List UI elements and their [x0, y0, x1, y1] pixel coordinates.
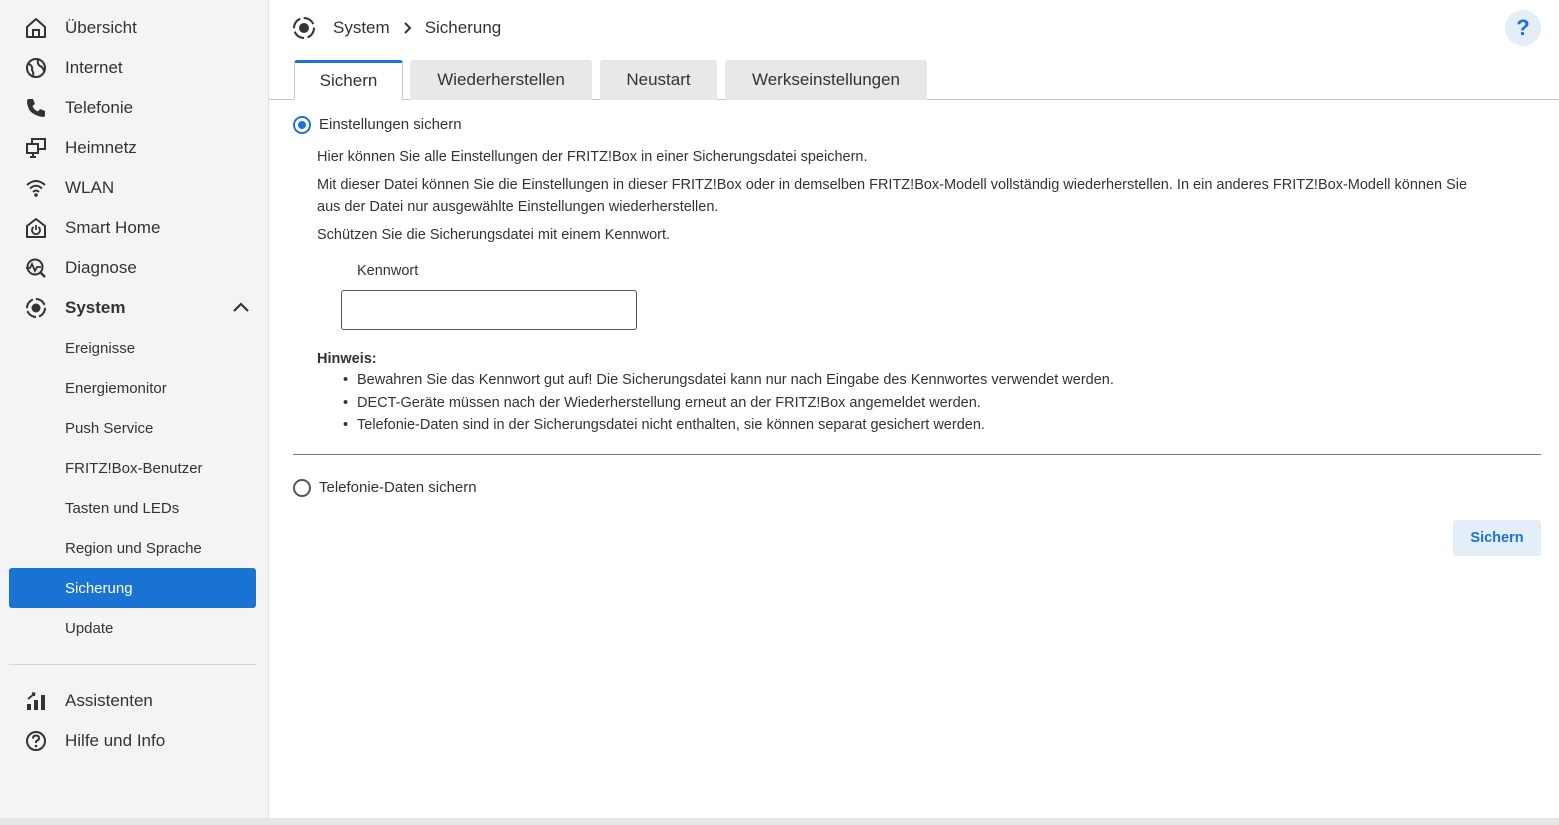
sidebar-subitem-label: Tasten und LEDs	[65, 499, 180, 517]
sidebar-subitem-ereignisse[interactable]: Ereignisse	[9, 328, 256, 368]
sidebar-subitem-region-und-sprache[interactable]: Region und Sprache	[9, 528, 256, 568]
sidebar-item-label: Smart Home	[65, 218, 161, 237]
tab-neustart[interactable]: Neustart	[600, 60, 717, 100]
home-icon	[24, 17, 48, 39]
sidebar-item-internet[interactable]: Internet	[9, 48, 256, 88]
bullet: •	[343, 395, 349, 411]
smart-home-icon	[24, 217, 48, 239]
hint-item: • DECT-Geräte müssen nach der Wiederherst…	[343, 395, 981, 411]
sidebar-subitem-fritzbox-benutzer[interactable]: FRITZ!Box-Benutzer	[9, 448, 256, 488]
sidebar-item-diagnose[interactable]: Diagnose	[9, 248, 256, 288]
sidebar-item-uebersicht[interactable]: Übersicht	[9, 8, 256, 48]
sidebar-subitem-label: Energiemonitor	[65, 379, 167, 397]
tab-sichern[interactable]: Sichern	[294, 60, 403, 100]
system-icon	[24, 297, 48, 319]
breadcrumb-item-sicherung: Sicherung	[424, 18, 502, 37]
sidebar-item-label: Hilfe und Info	[65, 731, 166, 750]
radio-telefonie-daten-sichern-label[interactable]: Telefonie-Daten sichern	[319, 479, 477, 496]
sidebar-subitem-sicherung[interactable]: Sicherung	[9, 568, 256, 608]
wifi-icon	[24, 177, 48, 199]
sidebar-subitem-label: Update	[65, 619, 114, 637]
description-text: aus der Datei nur ausgewählte Einstellun…	[317, 199, 719, 215]
sidebar-subitem-push-service[interactable]: Push Service	[9, 408, 256, 448]
sidebar-item-label: Assistenten	[65, 691, 153, 710]
bullet: •	[343, 417, 349, 433]
help-button[interactable]: ?	[1505, 10, 1541, 46]
password-label: Kennwort	[357, 263, 419, 279]
sidebar-subitem-label: FRITZ!Box-Benutzer	[65, 459, 203, 477]
description-text: Mit dieser Datei können Sie die Einstell…	[317, 177, 1468, 193]
sidebar-item-label: System	[65, 298, 126, 317]
globe-icon	[24, 57, 48, 79]
description-text: Schützen Sie die Sicherungsdatei mit ein…	[317, 227, 671, 243]
sidebar-item-wlan[interactable]: WLAN	[9, 168, 256, 208]
sidebar: Übersicht Internet Telefonie Heimnetz WL…	[0, 0, 269, 825]
sidebar-item-label: WLAN	[65, 178, 115, 197]
tab-werkseinstellungen[interactable]: Werkseinstellungen	[725, 60, 927, 100]
sidebar-item-heimnetz[interactable]: Heimnetz	[9, 128, 256, 168]
sidebar-item-system[interactable]: System	[9, 288, 256, 328]
sidebar-item-label: Übersicht	[65, 18, 137, 37]
system-icon	[292, 16, 316, 40]
sidebar-item-telefonie[interactable]: Telefonie	[9, 88, 256, 128]
radio-telefonie-daten-sichern[interactable]	[293, 479, 311, 497]
tab-wiederherstellen[interactable]: Wiederherstellen	[410, 60, 592, 100]
sidebar-subitem-label: Sicherung	[65, 579, 133, 597]
sidebar-subitem-energiemonitor[interactable]: Energiemonitor	[9, 368, 256, 408]
sidebar-divider	[9, 664, 256, 665]
assistant-icon	[24, 690, 48, 712]
hint-text: Bewahren Sie das Kennwort gut auf! Die S…	[357, 372, 1114, 388]
sidebar-item-assistenten[interactable]: Assistenten	[9, 681, 256, 721]
network-icon	[24, 137, 48, 159]
hint-text: DECT-Geräte müssen nach der Wiederherste…	[357, 395, 981, 411]
hint-title: Hinweis:	[317, 351, 377, 367]
sidebar-item-label: Internet	[65, 58, 123, 77]
sidebar-subitem-tasten-und-leds[interactable]: Tasten und LEDs	[9, 488, 256, 528]
sidebar-subitem-label: Push Service	[65, 419, 154, 437]
sidebar-item-hilfe-und-info[interactable]: Hilfe und Info	[9, 721, 256, 761]
radio-einstellungen-sichern[interactable]	[293, 116, 311, 134]
section-divider	[293, 454, 1541, 455]
diagnose-icon	[24, 257, 48, 279]
hint-text: Telefonie-Daten sind in der Sicherungsda…	[357, 417, 985, 433]
password-input[interactable]	[341, 290, 637, 330]
sidebar-subitem-label: Region und Sprache	[65, 539, 202, 557]
sidebar-subitem-update[interactable]: Update	[9, 608, 256, 648]
sidebar-item-label: Diagnose	[65, 258, 137, 277]
hint-item: • Telefonie-Daten sind in der Sicherungsd…	[343, 417, 985, 433]
radio-einstellungen-sichern-label[interactable]: Einstellungen sichern	[319, 116, 462, 133]
chevron-up-icon[interactable]	[232, 299, 250, 317]
sidebar-item-label: Heimnetz	[65, 138, 137, 157]
save-button[interactable]: Sichern	[1453, 520, 1541, 556]
bottom-bar	[0, 818, 1559, 825]
question-mark-icon: ?	[1516, 15, 1530, 40]
phone-icon	[24, 97, 48, 119]
sidebar-item-label: Telefonie	[65, 98, 134, 117]
chevron-right-icon	[403, 22, 413, 34]
help-circle-icon	[24, 730, 48, 752]
hint-item: • Bewahren Sie das Kennwort gut auf! Die …	[343, 372, 1114, 388]
breadcrumb: System Sicherung	[292, 14, 501, 42]
breadcrumb-item-system[interactable]: System	[333, 18, 390, 38]
sidebar-item-smart-home[interactable]: Smart Home	[9, 208, 256, 248]
bullet: •	[343, 372, 349, 388]
description-text: Hier können Sie alle Einstellungen der F…	[317, 149, 868, 165]
sidebar-subitem-label: Ereignisse	[65, 339, 136, 357]
